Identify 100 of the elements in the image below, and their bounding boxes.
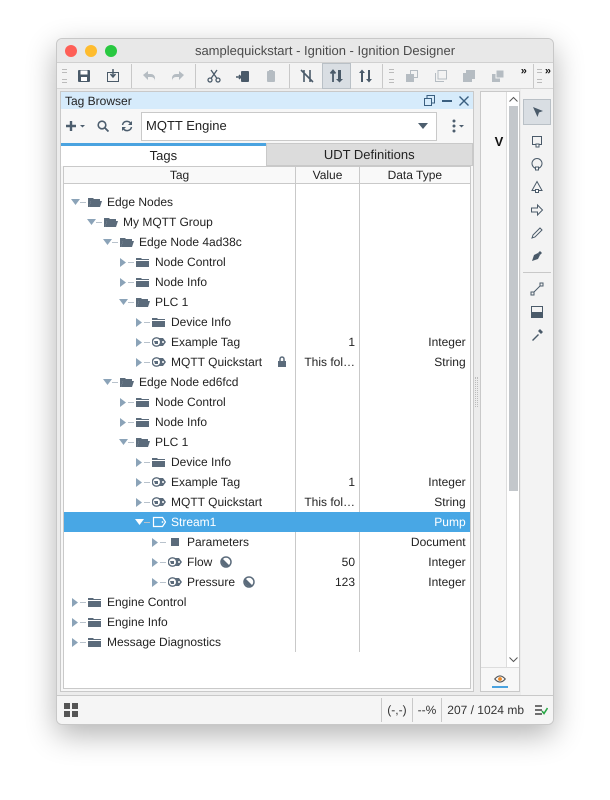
tag-name[interactable]: Node Info <box>155 413 208 431</box>
tag-name[interactable]: Node Control <box>155 253 226 271</box>
folder-icon <box>136 396 150 408</box>
value-cell: 123 <box>334 575 355 589</box>
collapsed-arrow-icon[interactable] <box>72 618 78 626</box>
expanded-arrow-icon[interactable] <box>118 439 128 445</box>
column-header[interactable]: Data Type <box>359 167 470 183</box>
column-header[interactable]: Tag <box>64 167 295 183</box>
eyedropper-icon[interactable] <box>530 328 544 342</box>
refresh-icon[interactable] <box>121 120 133 132</box>
rectangle-icon[interactable] <box>530 134 544 148</box>
scroll-down-icon[interactable] <box>508 657 518 663</box>
tag-name[interactable]: Pressure <box>187 573 236 591</box>
value-cell: 1 <box>348 335 355 349</box>
tag-name[interactable]: Device Info <box>171 313 232 331</box>
zoom-readout: --% <box>412 698 442 722</box>
pencil-icon[interactable] <box>530 226 544 240</box>
value-cell: This fol… <box>304 495 355 509</box>
minimize-button[interactable] <box>85 44 97 56</box>
data-type-cell: String <box>434 495 466 509</box>
minimize-icon[interactable] <box>442 100 452 102</box>
redo-icon <box>170 68 185 82</box>
collapsed-arrow-icon[interactable] <box>120 398 126 406</box>
layers-icon <box>491 68 506 82</box>
collapsed-arrow-icon[interactable] <box>120 278 126 286</box>
tag-name[interactable]: Engine Info <box>107 613 168 631</box>
data-type-cell: Integer <box>428 335 466 349</box>
zoom-button[interactable] <box>105 44 117 56</box>
tag-icon <box>168 556 182 568</box>
memory-readout: 207 / 1024 mb <box>441 698 529 722</box>
collapsed-arrow-icon[interactable] <box>72 638 78 646</box>
collapsed-arrow-icon[interactable] <box>136 318 142 326</box>
tab[interactable]: Tags <box>61 143 266 166</box>
checklist-icon[interactable] <box>534 703 548 717</box>
collapsed-arrow-icon[interactable] <box>136 458 142 466</box>
pointer-icon[interactable] <box>530 105 544 119</box>
float-icon[interactable] <box>424 95 435 106</box>
tag-name[interactable]: MQTT Quickstart <box>171 353 262 371</box>
tag-name[interactable]: Message Diagnostics <box>107 633 222 651</box>
tag-name[interactable]: Flow <box>187 553 212 571</box>
tag-name[interactable]: MQTT Quickstart <box>171 493 262 511</box>
collapsed-arrow-icon[interactable] <box>120 418 126 426</box>
expanded-arrow-icon[interactable] <box>134 519 144 525</box>
layers-icon <box>404 68 419 82</box>
tag-name[interactable]: PLC 1 <box>155 433 188 451</box>
expanded-arrow-icon[interactable] <box>86 219 96 225</box>
tag-name[interactable]: Edge Node 4ad38c <box>139 233 242 251</box>
window-title: samplequickstart - Ignition - Ignition Designer <box>194 42 456 60</box>
scrollbar[interactable] <box>506 92 520 667</box>
value-cell: This fol… <box>304 355 355 369</box>
column-header[interactable]: Value <box>295 167 359 183</box>
data-type-cell: Integer <box>428 555 466 569</box>
tag-name[interactable]: Example Tag <box>171 333 240 351</box>
tag-icon <box>152 356 166 368</box>
scroll-up-icon[interactable] <box>508 96 518 102</box>
collapsed-arrow-icon[interactable] <box>152 538 158 546</box>
collapsed-arrow-icon[interactable] <box>136 498 142 506</box>
tab[interactable]: UDT Definitions <box>266 143 473 166</box>
add-icon[interactable] <box>65 120 87 132</box>
tag-name[interactable]: Edge Nodes <box>107 193 174 211</box>
tag-name[interactable]: Example Tag <box>171 473 240 491</box>
pen-icon[interactable] <box>530 249 544 263</box>
collapsed-arrow-icon[interactable] <box>120 258 126 266</box>
tag-name[interactable]: Parameters <box>187 533 250 551</box>
toolbar-button[interactable] <box>322 62 351 88</box>
collapsed-arrow-icon[interactable] <box>136 358 142 366</box>
tag-name[interactable]: My MQTT Group <box>123 213 213 231</box>
grid-icon[interactable] <box>64 703 78 717</box>
tag-icon <box>168 576 182 588</box>
data-type-cell: Pump <box>434 515 466 529</box>
tag-name[interactable]: Device Info <box>171 453 232 471</box>
provider-dropdown[interactable]: MQTT Engine <box>141 112 437 140</box>
collapsed-arrow-icon[interactable] <box>136 478 142 486</box>
overflow-chevron[interactable]: » <box>520 63 527 80</box>
clipboard-arrow-icon <box>236 68 250 82</box>
search-icon[interactable] <box>97 120 109 132</box>
half-circle-icon <box>243 576 256 588</box>
tag-name[interactable]: PLC 1 <box>155 293 188 311</box>
collapsed-arrow-icon[interactable] <box>72 598 78 606</box>
tag-name[interactable]: Engine Control <box>107 593 186 611</box>
close-icon[interactable] <box>458 96 469 106</box>
expanded-arrow-icon[interactable] <box>118 299 128 305</box>
close-button[interactable] <box>65 44 77 56</box>
arrow-icon[interactable] <box>530 203 544 217</box>
more-options-icon[interactable] <box>451 119 465 133</box>
overflow-chevron[interactable]: » <box>544 63 551 80</box>
tag-name[interactable]: Edge Node ed6fcd <box>139 373 238 391</box>
collapsed-arrow-icon[interactable] <box>152 558 158 566</box>
line-icon[interactable] <box>530 282 544 296</box>
expanded-arrow-icon[interactable] <box>102 239 112 245</box>
expanded-arrow-icon[interactable] <box>70 199 80 205</box>
scroll-thumb[interactable] <box>508 106 518 491</box>
tag-name[interactable]: Node Info <box>155 273 208 291</box>
expanded-arrow-icon[interactable] <box>102 379 112 385</box>
tag-name[interactable]: Node Control <box>155 393 226 411</box>
folder-icon <box>136 416 150 428</box>
ellipse-icon[interactable] <box>530 157 544 171</box>
collapsed-arrow-icon[interactable] <box>152 578 158 586</box>
triangle-icon[interactable] <box>530 180 544 194</box>
collapsed-arrow-icon[interactable] <box>136 338 142 346</box>
